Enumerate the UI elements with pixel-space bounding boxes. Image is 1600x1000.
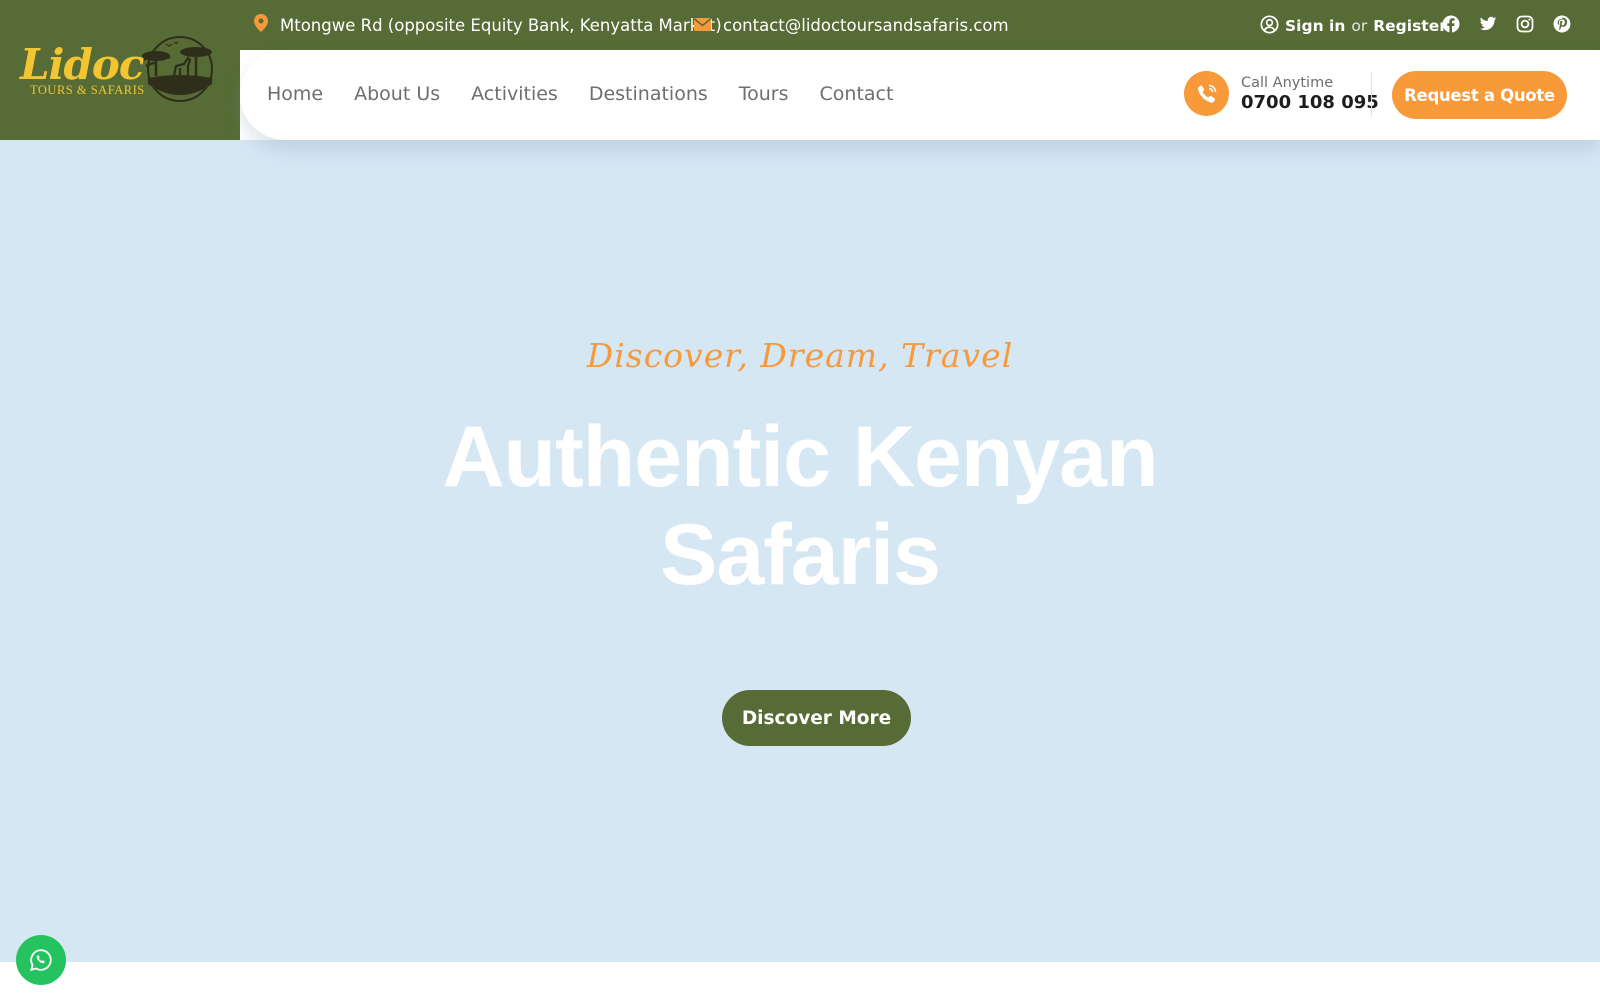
nav-item-activities[interactable]: Activities	[471, 83, 558, 105]
phone-icon	[1184, 71, 1229, 116]
email-link[interactable]: contact@lidoctoursandsafaris.com	[723, 16, 1009, 35]
call-anytime[interactable]: Call Anytime 0700 108 095	[1184, 71, 1379, 116]
call-label: Call Anytime	[1241, 74, 1334, 91]
auth-links: Sign in or Register	[1260, 14, 1447, 38]
hero-headline: Authentic Kenyan Safaris	[300, 408, 1300, 604]
address-text: Mtongwe Rd (opposite Equity Bank, Kenyat…	[280, 15, 722, 35]
hero-tagline: Discover, Dream, Travel	[586, 336, 1014, 375]
nav-item-destinations[interactable]: Destinations	[589, 83, 708, 105]
or-text: or	[1351, 17, 1368, 35]
safari-emblem-icon	[142, 36, 213, 102]
instagram-icon[interactable]	[1516, 15, 1534, 33]
hero-section: Discover, Dream, Travel Authentic Kenyan…	[0, 140, 1600, 962]
call-text: Call Anytime 0700 108 095	[1241, 75, 1379, 113]
envelope-icon	[693, 16, 712, 35]
address-info: Mtongwe Rd (opposite Equity Bank, Kenyat…	[254, 14, 722, 36]
location-pin-icon	[254, 14, 268, 36]
main-navbar: Home About Us Activities Destinations To…	[240, 50, 1600, 140]
phone-number[interactable]: 0700 108 095	[1241, 92, 1379, 113]
sign-in-link[interactable]: Sign in	[1285, 17, 1345, 35]
user-circle-icon	[1260, 14, 1279, 38]
register-link[interactable]: Register	[1373, 17, 1447, 35]
logo-wordmark: Lidoc	[20, 40, 144, 89]
whatsapp-button[interactable]	[16, 935, 66, 985]
social-links	[1442, 15, 1571, 33]
primary-nav: Home About Us Activities Destinations To…	[267, 83, 924, 105]
logo-panel: Lidoc TOURS & SAFARIS	[0, 0, 240, 140]
nav-divider	[1371, 72, 1372, 117]
nav-item-home[interactable]: Home	[267, 83, 323, 105]
email-info[interactable]: contact@lidoctoursandsafaris.com	[693, 14, 1009, 36]
nav-item-about-us[interactable]: About Us	[354, 83, 440, 105]
logo[interactable]: Lidoc TOURS & SAFARIS	[18, 30, 218, 110]
whatsapp-icon	[30, 949, 52, 972]
nav-item-contact[interactable]: Contact	[820, 83, 894, 105]
discover-more-button[interactable]: Discover More	[722, 690, 911, 746]
hero-headline-line-1: Authentic Kenyan	[442, 409, 1158, 505]
facebook-icon[interactable]	[1442, 15, 1460, 33]
hero-headline-line-2: Safaris	[660, 507, 941, 603]
pinterest-icon[interactable]	[1553, 15, 1571, 33]
top-bar: Mtongwe Rd (opposite Equity Bank, Kenyat…	[0, 0, 1600, 50]
logo-subtitle: TOURS & SAFARIS	[30, 83, 145, 97]
nav-item-tours[interactable]: Tours	[739, 83, 789, 105]
twitter-icon[interactable]	[1479, 15, 1497, 33]
request-quote-button[interactable]: Request a Quote	[1392, 71, 1567, 119]
